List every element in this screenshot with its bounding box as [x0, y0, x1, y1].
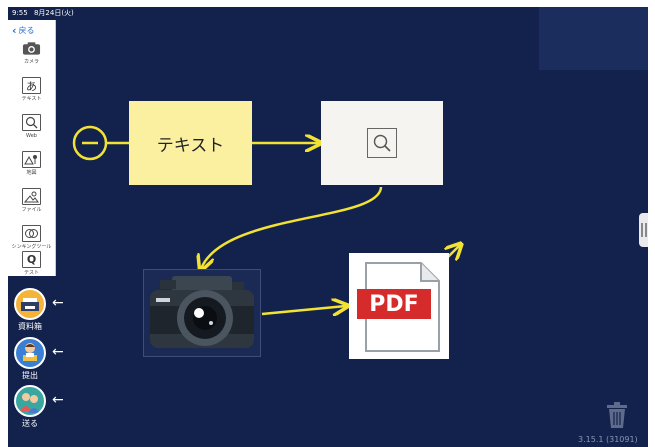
chevron-left-icon: ‹: [12, 24, 17, 37]
tool-thinking-label: シンキングツール: [11, 244, 52, 250]
web-search-icon: [22, 114, 41, 131]
side-panel-handle[interactable]: [639, 213, 648, 247]
tool-palette: ‹ 戻る カメラ あ テキスト Web 地図 ファイル シンキングツール Q テ…: [8, 20, 56, 276]
handle-grip: [644, 223, 647, 237]
tool-camera-label: カメラ: [23, 59, 39, 65]
card-connectors: [72, 125, 648, 447]
submit-icon: [14, 337, 46, 369]
version-label: 3.15.1 (31091): [578, 435, 638, 444]
tool-text-label: テキスト: [21, 96, 42, 102]
status-time: 9:55: [12, 9, 28, 17]
arrow-left-icon: ←: [52, 392, 64, 408]
web-card[interactable]: [321, 101, 443, 185]
text-card-label: テキスト: [156, 135, 225, 156]
tool-text[interactable]: あ テキスト: [8, 77, 55, 111]
back-button-label: 戻る: [18, 26, 35, 35]
tool-web[interactable]: Web: [8, 114, 55, 148]
tool-map-label: 地図: [26, 170, 37, 176]
status-date: 8月24日(火): [33, 9, 74, 17]
tool-map[interactable]: 地図: [8, 151, 55, 185]
camera-illustration-icon: [150, 276, 254, 348]
submit-label: 提出: [22, 371, 38, 380]
map-icon: [22, 151, 41, 168]
app-screen: 9:55 8月24日(火) ‹ 戻る カメラ あ テキスト Web 地図 ファイ…: [8, 7, 648, 447]
camera-icon: [22, 40, 41, 57]
tool-test[interactable]: Q テスト: [8, 251, 55, 285]
send-button[interactable]: ← 送る: [14, 385, 74, 431]
tool-camera[interactable]: カメラ: [8, 40, 55, 74]
arrow-left-icon: ←: [52, 344, 64, 360]
material-box-icon: [14, 288, 46, 320]
material-box-button[interactable]: ← 資料箱: [14, 288, 74, 334]
status-bar: 9:55 8月24日(火): [8, 7, 212, 19]
top-right-panel: [539, 7, 648, 70]
text-card[interactable]: テキスト: [129, 101, 252, 185]
text-icon: あ: [22, 77, 41, 94]
pdf-file-card[interactable]: PDF: [349, 253, 449, 359]
trash-icon: [607, 402, 627, 428]
back-button[interactable]: ‹ 戻る: [12, 24, 35, 37]
thinking-tool-icon: [22, 225, 41, 242]
tool-test-label: テスト: [23, 270, 39, 276]
camera-photo-card[interactable]: [143, 269, 261, 357]
collapse-node-button[interactable]: [72, 125, 108, 161]
trash-button[interactable]: [605, 401, 629, 429]
handle-grip: [640, 223, 643, 237]
send-icon: [14, 385, 46, 417]
pdf-label: PDF: [369, 291, 419, 317]
magnifier-icon: [367, 128, 397, 158]
tool-web-label: Web: [26, 133, 37, 139]
submit-button[interactable]: ← 提出: [14, 337, 74, 383]
test-icon: Q: [22, 251, 41, 268]
tool-file[interactable]: ファイル: [8, 188, 55, 222]
material-box-label: 資料箱: [18, 322, 42, 331]
send-label: 送る: [22, 419, 38, 428]
arrow-left-icon: ←: [52, 295, 64, 311]
tool-file-label: ファイル: [21, 207, 42, 213]
file-icon: [22, 188, 41, 205]
